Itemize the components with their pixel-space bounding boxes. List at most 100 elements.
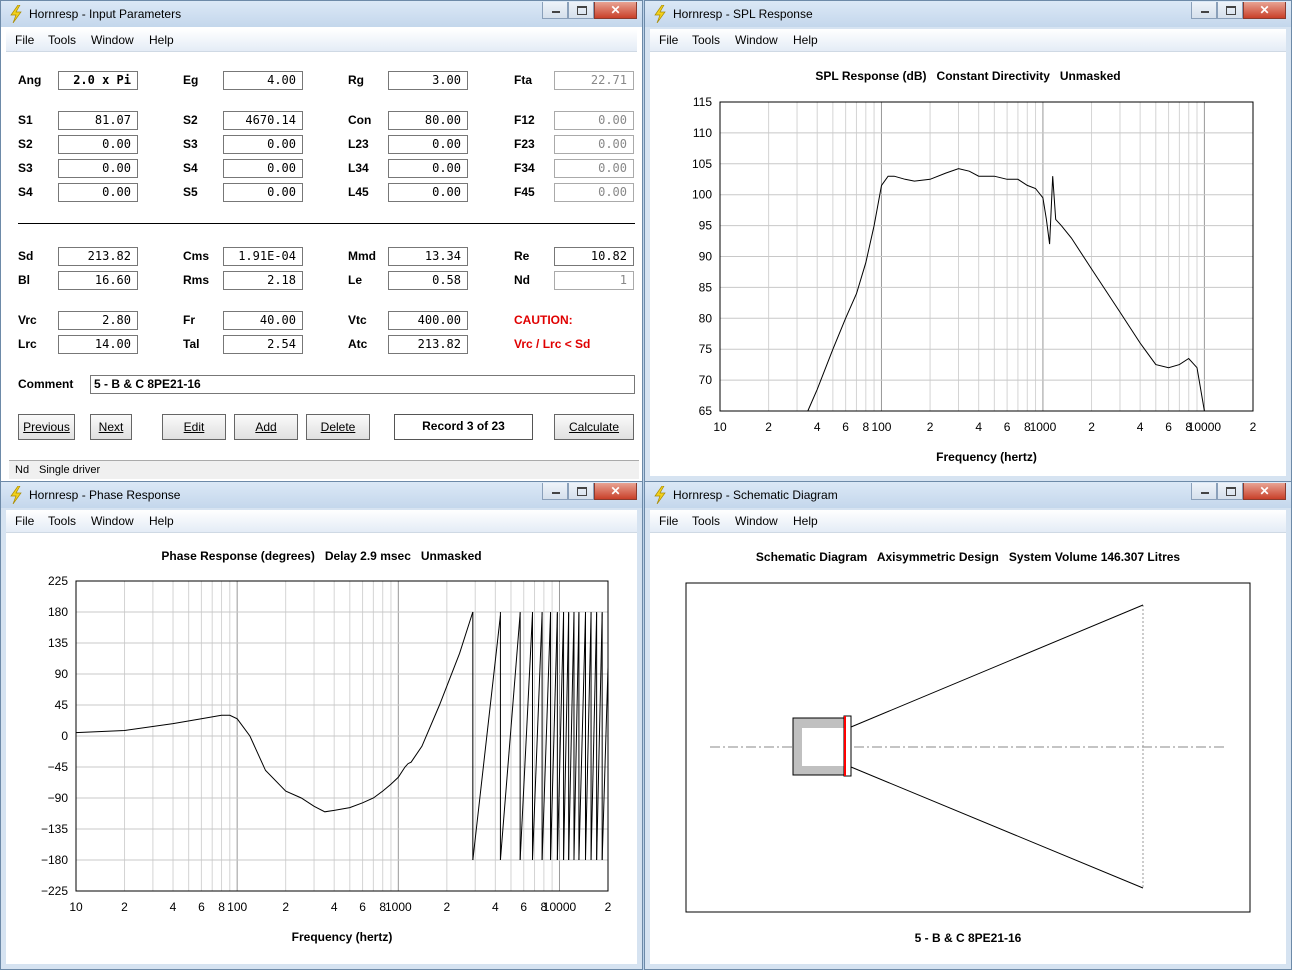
- menu-window[interactable]: Window: [735, 33, 778, 47]
- menu-tools[interactable]: Tools: [48, 514, 76, 528]
- param-label: F12: [514, 113, 535, 127]
- param-field-vtc[interactable]: 400.00: [388, 311, 468, 330]
- y-tick-label: 105: [692, 157, 712, 171]
- schematic-titlebar[interactable]: Hornresp - Schematic Diagram: [645, 482, 1291, 508]
- menu-help[interactable]: Help: [793, 33, 818, 47]
- menu-tools[interactable]: Tools: [48, 33, 76, 47]
- param-field-s4-row4[interactable]: 0.00: [58, 183, 138, 202]
- minimize-button[interactable]: [1191, 2, 1217, 19]
- y-tick-label: −90: [48, 791, 69, 805]
- lightning-icon: [10, 5, 22, 23]
- record-indicator: Record 3 of 23: [394, 414, 533, 440]
- window-title: Hornresp - SPL Response: [673, 7, 813, 21]
- menu-help[interactable]: Help: [793, 514, 818, 528]
- param-label: Vtc: [348, 313, 367, 327]
- close-button[interactable]: [594, 2, 637, 19]
- y-tick-label: 80: [699, 311, 713, 325]
- param-label: Nd: [514, 273, 530, 287]
- param-field-l34[interactable]: 0.00: [388, 159, 468, 178]
- x-tick-label: 6: [1165, 420, 1172, 434]
- minimize-button[interactable]: [542, 2, 568, 19]
- param-label: S1: [18, 113, 33, 127]
- param-field-l45[interactable]: 0.00: [388, 183, 468, 202]
- param-field-ang[interactable]: 2.0 x Pi: [58, 71, 138, 90]
- x-tick-label: 10: [69, 900, 83, 914]
- param-field-s2[interactable]: 4670.14: [223, 111, 303, 130]
- close-button[interactable]: [1243, 483, 1286, 500]
- spl-chart-area: SPL Response (dB) Constant Directivity U…: [650, 52, 1286, 476]
- delete-button[interactable]: Delete: [306, 414, 370, 440]
- lightning-icon: [654, 486, 666, 504]
- param-label: L45: [348, 185, 369, 199]
- maximize-button[interactable]: [568, 2, 594, 19]
- window-controls: [1191, 2, 1286, 20]
- param-field-s2-row2[interactable]: 0.00: [58, 135, 138, 154]
- param-label: Mmd: [348, 249, 376, 263]
- x-axis-label: Frequency (hertz): [936, 450, 1037, 464]
- menu-file[interactable]: File: [659, 514, 678, 528]
- previous-button[interactable]: Previous: [18, 414, 75, 440]
- menu-window[interactable]: Window: [735, 514, 778, 528]
- maximize-button[interactable]: [1217, 483, 1243, 500]
- param-field-f34: 0.00: [554, 159, 634, 178]
- phase-titlebar[interactable]: Hornresp - Phase Response: [1, 482, 642, 508]
- param-label: Sd: [18, 249, 34, 263]
- menu-file[interactable]: File: [15, 514, 34, 528]
- param-field-fr[interactable]: 40.00: [223, 311, 303, 330]
- x-tick-label: 1000: [385, 900, 412, 914]
- y-tick-label: 65: [699, 404, 713, 418]
- param-field-tal[interactable]: 2.54: [223, 335, 303, 354]
- menu-help[interactable]: Help: [149, 514, 174, 528]
- param-field-s4[interactable]: 0.00: [223, 159, 303, 178]
- param-field-cms[interactable]: 1.91E-04: [223, 247, 303, 266]
- param-field-vrc[interactable]: 2.80: [58, 311, 138, 330]
- menu-file[interactable]: File: [15, 33, 34, 47]
- add-button[interactable]: Add: [234, 414, 298, 440]
- lightning-icon: [10, 486, 22, 504]
- menu-tools[interactable]: Tools: [692, 514, 720, 528]
- status-text: Single driver: [39, 464, 101, 476]
- maximize-button[interactable]: [568, 483, 594, 500]
- param-field-mmd[interactable]: 13.34: [388, 247, 468, 266]
- menu-help[interactable]: Help: [149, 33, 174, 47]
- param-field-atc[interactable]: 213.82: [388, 335, 468, 354]
- next-button[interactable]: Next: [90, 414, 132, 440]
- spl-titlebar[interactable]: Hornresp - SPL Response: [645, 1, 1291, 27]
- param-field-bl[interactable]: 16.60: [58, 271, 138, 290]
- calculate-button[interactable]: Calculate: [554, 414, 634, 440]
- x-tick-label: 4: [1137, 420, 1144, 434]
- schematic-window: Hornresp - Schematic Diagram File Tools …: [644, 481, 1292, 970]
- param-field-s3[interactable]: 0.00: [223, 135, 303, 154]
- param-label: Rg: [348, 73, 364, 87]
- param-field-nd[interactable]: 1: [554, 271, 634, 290]
- param-field-rms[interactable]: 2.18: [223, 271, 303, 290]
- param-field-re[interactable]: 10.82: [554, 247, 634, 266]
- minimize-button[interactable]: [1191, 483, 1217, 500]
- x-tick-label: 1000: [1030, 420, 1057, 434]
- close-button[interactable]: [1243, 2, 1286, 19]
- param-field-le[interactable]: 0.58: [388, 271, 468, 290]
- param-field-eg[interactable]: 4.00: [223, 71, 303, 90]
- menu-window[interactable]: Window: [91, 33, 134, 47]
- menu-window[interactable]: Window: [91, 514, 134, 528]
- param-field-l23[interactable]: 0.00: [388, 135, 468, 154]
- y-tick-label: 180: [48, 605, 68, 619]
- edit-button[interactable]: Edit: [162, 414, 226, 440]
- y-tick-label: 95: [699, 219, 713, 233]
- param-field-s5[interactable]: 0.00: [223, 183, 303, 202]
- param-field-sd[interactable]: 213.82: [58, 247, 138, 266]
- menu-file[interactable]: File: [659, 33, 678, 47]
- param-field-rg[interactable]: 3.00: [388, 71, 468, 90]
- param-label: S2: [183, 113, 198, 127]
- param-field-s3-row3[interactable]: 0.00: [58, 159, 138, 178]
- input-titlebar[interactable]: Hornresp - Input Parameters: [1, 1, 642, 27]
- window-title: Hornresp - Input Parameters: [29, 7, 182, 21]
- param-field-s1[interactable]: 81.07: [58, 111, 138, 130]
- maximize-button[interactable]: [1217, 2, 1243, 19]
- close-button[interactable]: [594, 483, 637, 500]
- menu-tools[interactable]: Tools: [692, 33, 720, 47]
- param-field-con[interactable]: 80.00: [388, 111, 468, 130]
- param-field-lrc[interactable]: 14.00: [58, 335, 138, 354]
- minimize-button[interactable]: [542, 483, 568, 500]
- comment-input[interactable]: 5 - B & C 8PE21-16: [90, 375, 635, 394]
